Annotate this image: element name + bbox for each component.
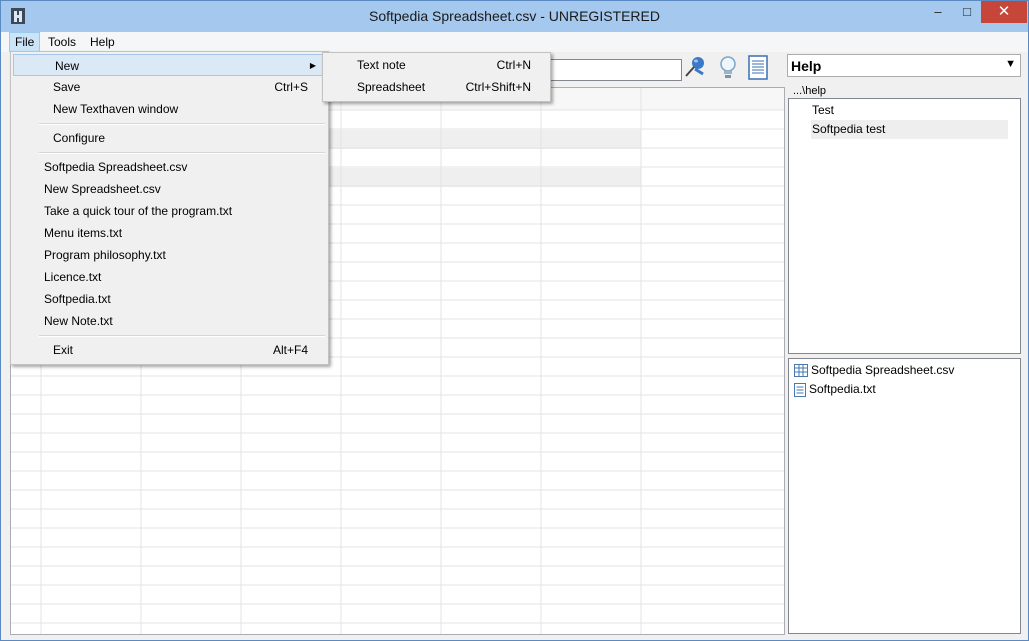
submenu-item-spreadsheet[interactable]: Spreadsheet Ctrl+Shift+N [323, 76, 550, 98]
recent-file-label: Program philosophy.txt [44, 248, 166, 262]
maximize-button[interactable]: □ [953, 1, 981, 23]
recent-file-item[interactable]: Program philosophy.txt [11, 244, 327, 266]
spreadsheet-file-icon [794, 364, 808, 378]
help-dropdown-value: Help [791, 58, 822, 74]
menu-item-save-label: Save [53, 80, 81, 94]
window-title: Softpedia Spreadsheet.csv - UNREGISTERED [368, 8, 660, 24]
new-submenu: Text note Ctrl+N Spreadsheet Ctrl+Shift+… [322, 52, 551, 102]
menu-item-save-shortcut: Ctrl+S [274, 80, 308, 94]
submenu-arrow-icon: ▶ [309, 61, 316, 70]
menu-file[interactable]: File [9, 32, 41, 52]
file-menu-dropdown: New ▶ Save Ctrl+S New Texthaven window C… [10, 51, 329, 365]
recent-file-label: New Spreadsheet.csv [44, 182, 161, 196]
help-path: ...\help [793, 85, 827, 97]
recent-file-item[interactable]: New Spreadsheet.csv [11, 178, 327, 200]
menu-item-new[interactable]: New ▶ [13, 54, 325, 76]
menu-item-new-window[interactable]: New Texthaven window [11, 98, 327, 120]
recent-file-label: Take a quick tour of the program.txt [44, 204, 233, 218]
menu-item-save[interactable]: Save Ctrl+S [11, 76, 327, 98]
submenu-item-text-note-shortcut: Ctrl+N [496, 58, 531, 72]
menu-item-exit-label: Exit [53, 343, 74, 357]
recent-file-item[interactable]: New Note.txt [11, 310, 327, 332]
help-topics-list: Test Softpedia test [788, 98, 1021, 354]
close-button[interactable]: ✕ [981, 1, 1027, 23]
help-topic-item[interactable]: Softpedia test [811, 120, 1008, 139]
recent-file-item[interactable]: Take a quick tour of the program.txt [11, 200, 327, 222]
text-file-icon [794, 382, 806, 397]
menu-tools[interactable]: Tools [43, 33, 81, 51]
help-topic-item[interactable]: Test [811, 101, 834, 120]
menu-bar: File Tools Help [1, 32, 1028, 52]
menu-help[interactable]: Help [85, 33, 120, 51]
document-icon[interactable] [744, 54, 772, 82]
menu-item-configure-label: Configure [53, 131, 106, 145]
submenu-item-text-note[interactable]: Text note Ctrl+N [323, 54, 550, 76]
submenu-item-spreadsheet-shortcut: Ctrl+Shift+N [465, 80, 531, 94]
recent-file-item[interactable]: Menu items.txt [11, 222, 327, 244]
recent-file-item[interactable]: Softpedia.txt [11, 288, 327, 310]
menu-item-new-window-label: New Texthaven window [53, 102, 179, 116]
recent-file-item[interactable]: Licence.txt [11, 266, 327, 288]
menu-item-configure[interactable]: Configure [11, 127, 327, 149]
chevron-down-icon: ▼ [1005, 58, 1016, 70]
recent-file-label: Softpedia Spreadsheet.csv [44, 160, 188, 174]
menu-item-exit[interactable]: Exit Alt+F4 [11, 339, 327, 361]
pin-icon[interactable] [681, 54, 709, 82]
recent-file-label: Menu items.txt [44, 226, 123, 240]
minimize-button[interactable]: – [923, 1, 953, 23]
file-item[interactable]: Softpedia Spreadsheet.csv [794, 361, 954, 380]
recent-file-item[interactable]: Softpedia Spreadsheet.csv [11, 156, 327, 178]
title-bar: Softpedia Spreadsheet.csv - UNREGISTERED… [1, 1, 1028, 32]
menu-separator [39, 152, 325, 154]
recent-file-label: Softpedia.txt [44, 292, 111, 306]
help-dropdown[interactable]: Help ▼ [787, 54, 1021, 77]
lightbulb-icon[interactable] [714, 54, 742, 82]
file-item-label: Softpedia.txt [809, 382, 876, 396]
menu-separator [39, 335, 325, 337]
submenu-item-spreadsheet-label: Spreadsheet [357, 80, 426, 94]
menu-separator [39, 123, 325, 125]
menu-item-new-label: New [55, 59, 80, 73]
submenu-item-text-note-label: Text note [357, 58, 406, 72]
menu-item-exit-shortcut: Alt+F4 [272, 343, 308, 357]
file-item-label: Softpedia Spreadsheet.csv [811, 363, 955, 377]
help-files-list: Softpedia Spreadsheet.csv Softpedia.txt [788, 358, 1021, 634]
recent-file-label: New Note.txt [44, 314, 113, 328]
recent-file-label: Licence.txt [44, 270, 102, 284]
file-item[interactable]: Softpedia.txt [794, 380, 876, 399]
app-window: Softpedia Spreadsheet.csv - UNREGISTERED… [0, 0, 1029, 641]
search-input[interactable] [549, 59, 682, 81]
